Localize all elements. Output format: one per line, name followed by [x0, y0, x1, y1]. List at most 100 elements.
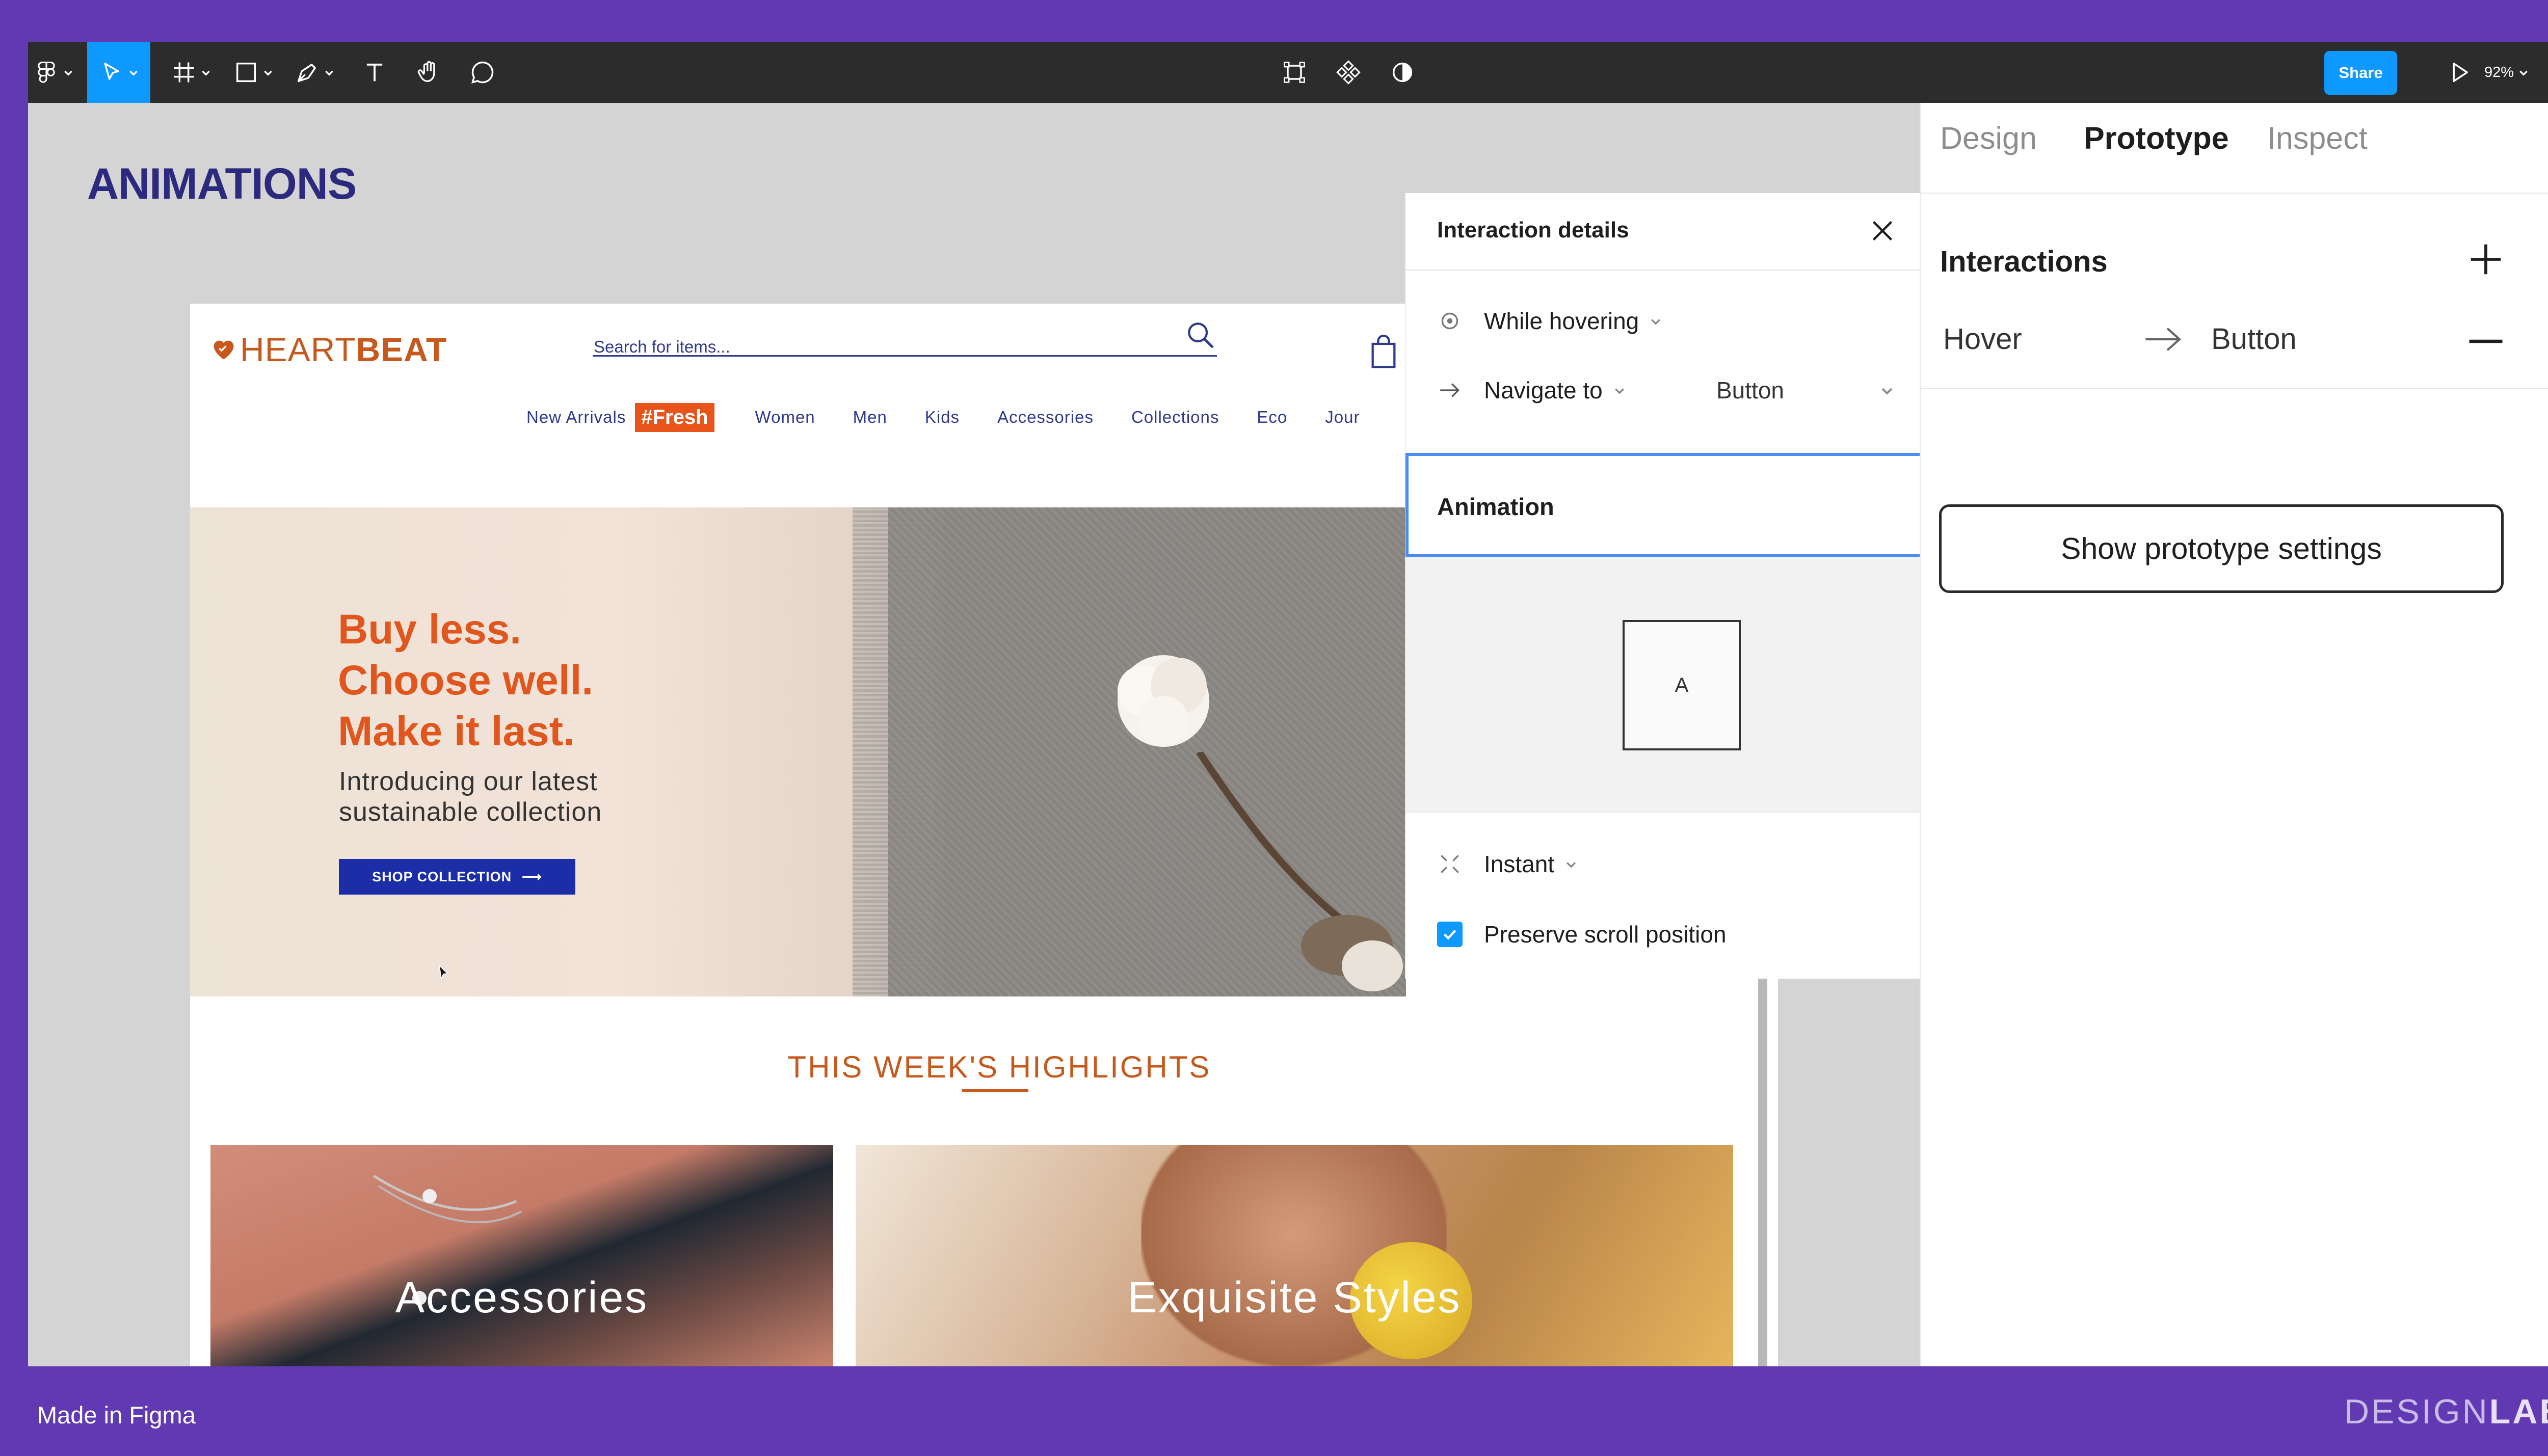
share-button[interactable]: Share — [2324, 51, 2397, 95]
close-icon[interactable] — [1867, 215, 1898, 246]
figma-window: Share 92% ANIMATIONS HEARTBEAT Search fo… — [28, 42, 2548, 1366]
present-button[interactable] — [2441, 42, 2477, 103]
arrow-right-icon — [1440, 383, 1460, 397]
checkmark-icon — [1443, 929, 1456, 940]
interactions-header: Interactions — [1940, 245, 2108, 278]
pen-icon — [297, 64, 316, 83]
frame-icon — [174, 62, 194, 83]
chevron-down-icon — [1567, 862, 1576, 868]
designlab-logo-bold: LAB — [2489, 1392, 2548, 1431]
play-icon — [2453, 62, 2468, 83]
designlab-logo-light: DESIGN — [2344, 1392, 2489, 1431]
zoom-dropdown[interactable]: 92% — [2484, 42, 2529, 103]
site-navigation: New Arrivals #Fresh Women Men Kids Acces… — [526, 400, 1397, 434]
figma-menu-icon — [38, 61, 55, 83]
interaction-row[interactable]: Hover Button — [1921, 307, 2548, 378]
hero-subtitle-line-2: sustainable collection — [339, 797, 602, 827]
shop-collection-label: SHOP COLLECTION — [372, 869, 512, 884]
search-icon[interactable] — [1184, 319, 1217, 352]
pen-tool-button[interactable] — [289, 42, 340, 103]
action-dropdown[interactable]: Navigate to — [1437, 376, 1626, 404]
chevron-down-icon — [1651, 319, 1661, 325]
chevron-down-icon — [2519, 70, 2528, 76]
panel-divider — [1921, 388, 2548, 389]
nav-fresh-badge[interactable]: #Fresh — [635, 402, 714, 432]
trigger-dropdown[interactable]: While hovering — [1437, 307, 1662, 335]
show-prototype-settings-button[interactable]: Show prototype settings — [1939, 504, 2504, 593]
cotton-stem-image — [1196, 752, 1403, 991]
hero-banner: Buy less. Choose well. Make it last. Int… — [190, 507, 1406, 996]
interaction-target: Button — [2211, 322, 2297, 356]
interaction-details-panel: Interaction details While hovering Navig… — [1405, 193, 1924, 979]
action-label: Navigate to — [1484, 377, 1603, 403]
panel-divider — [1405, 269, 1924, 271]
mouse-cursor-icon — [438, 964, 448, 980]
minus-icon[interactable] — [2466, 326, 2506, 357]
logo-text-beat: BEAT — [356, 331, 447, 368]
properties-panel: Design Prototype Inspect Interactions Ho… — [1920, 103, 2548, 1366]
accessories-card[interactable]: Accessories — [210, 1145, 833, 1366]
nav-eco[interactable]: Eco — [1257, 408, 1287, 427]
chevron-down-icon — [325, 70, 333, 76]
tab-design[interactable]: Design — [1940, 120, 2037, 156]
zoom-value: 92% — [2484, 64, 2514, 80]
hand-icon — [417, 61, 435, 82]
move-tool-button[interactable] — [87, 42, 150, 103]
component-button[interactable] — [1325, 42, 1371, 103]
arrow-right-icon: ⟶ — [522, 869, 542, 884]
preserve-scroll-checkbox[interactable] — [1437, 922, 1463, 947]
nav-men[interactable]: Men — [853, 408, 887, 427]
transition-dropdown[interactable]: Instant — [1437, 850, 1578, 878]
hero-line-3: Make it last. — [338, 708, 575, 754]
destination-dropdown[interactable]: Button — [1716, 376, 1895, 404]
text-tool-button[interactable] — [354, 42, 395, 103]
hero-line-2: Choose well. — [338, 657, 594, 704]
comment-tool-button[interactable] — [462, 42, 503, 103]
comment-icon — [471, 61, 494, 84]
nav-women[interactable]: Women — [755, 408, 815, 427]
edit-object-icon — [1284, 62, 1305, 83]
search-placeholder: Search for items... — [594, 337, 730, 356]
frame-tool-button[interactable] — [166, 42, 217, 103]
made-in-figma-caption: Made in Figma — [37, 1401, 196, 1428]
arrow-right-icon — [2145, 328, 2182, 351]
nav-collections[interactable]: Collections — [1131, 408, 1219, 427]
frame-edge — [1758, 978, 1767, 1366]
nav-accessories[interactable]: Accessories — [997, 408, 1094, 427]
tab-inspect[interactable]: Inspect — [2267, 120, 2368, 156]
panel-divider — [1405, 812, 1924, 813]
chevron-down-icon — [264, 70, 272, 76]
main-menu-button[interactable] — [28, 42, 79, 103]
logo-text-heart: HEART — [240, 331, 356, 368]
plus-icon[interactable] — [2466, 239, 2506, 279]
hand-tool-button[interactable] — [408, 42, 449, 103]
shopping-bag-icon[interactable] — [1367, 334, 1400, 370]
exquisite-styles-card[interactable]: Exquisite Styles — [856, 1145, 1733, 1366]
nav-journal[interactable]: Jour — [1325, 408, 1360, 427]
contrast-icon — [1392, 62, 1413, 83]
contrast-button[interactable] — [1379, 42, 1425, 103]
chevron-down-icon — [1614, 388, 1624, 394]
animation-preview: A — [1405, 557, 1924, 812]
component-icon — [1336, 60, 1361, 85]
toolbar: Share 92% — [28, 42, 2548, 103]
animation-preview-frame: A — [1623, 620, 1741, 750]
destination-label: Button — [1716, 377, 1784, 403]
exquisite-styles-card-label: Exquisite Styles — [1127, 1273, 1462, 1322]
interaction-details-title: Interaction details — [1437, 218, 1629, 242]
highlights-title: THIS WEEK'S HIGHLIGHTS — [787, 1050, 1211, 1084]
tab-prototype[interactable]: Prototype — [2084, 120, 2229, 156]
preserve-scroll-row[interactable]: Preserve scroll position — [1437, 921, 1727, 948]
heart-icon — [214, 340, 234, 360]
search-input[interactable]: Search for items... — [593, 319, 1217, 357]
shape-tool-button[interactable] — [228, 42, 279, 103]
shop-collection-button[interactable]: SHOP COLLECTION ⟶ — [339, 859, 575, 895]
heartbeat-logo[interactable]: HEARTBEAT — [210, 330, 447, 369]
animation-section-label: Animation — [1437, 493, 1554, 520]
nav-kids[interactable]: Kids — [925, 408, 960, 427]
chevron-down-icon — [64, 70, 72, 76]
edit-object-button[interactable] — [1271, 42, 1317, 103]
nav-new-arrivals[interactable]: New Arrivals — [526, 408, 626, 427]
panel-tabs: Design Prototype Inspect — [1921, 103, 2548, 194]
animation-section[interactable]: Animation — [1405, 453, 1924, 557]
